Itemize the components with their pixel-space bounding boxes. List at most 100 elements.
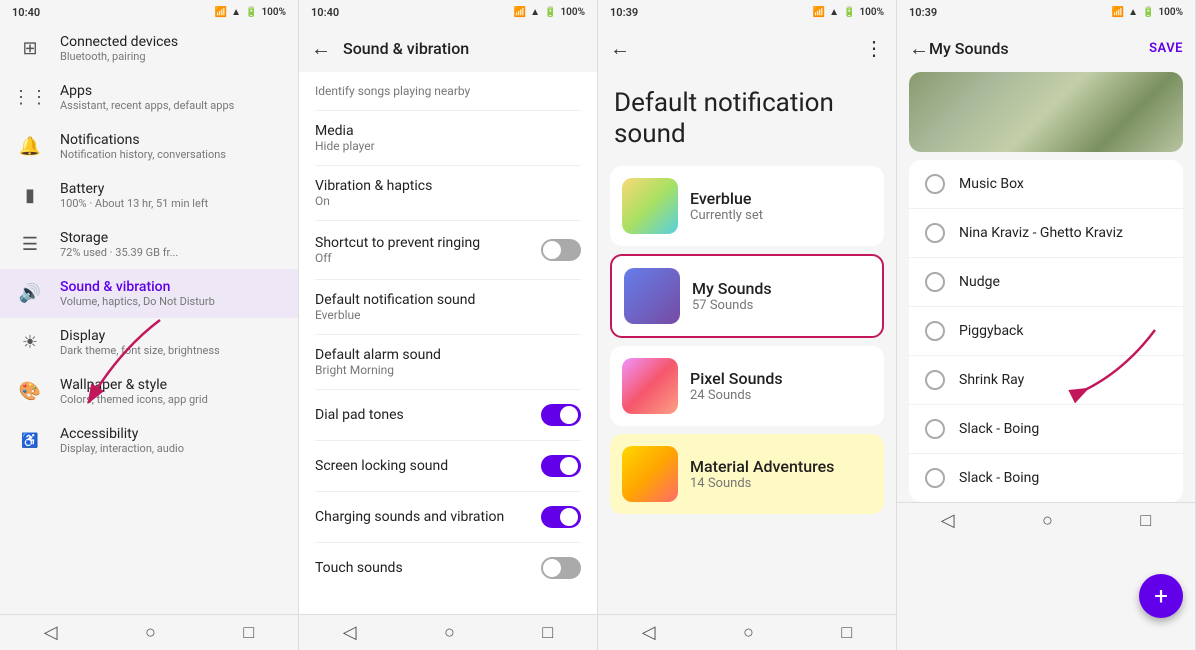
- everblue-name: Everblue: [690, 189, 763, 208]
- sound-item-slackboing1[interactable]: Slack - Boing: [909, 405, 1183, 454]
- shortcut-ring-item[interactable]: Shortcut to prevent ringing Off: [299, 221, 597, 279]
- identify-songs-item[interactable]: Identify songs playing nearby: [299, 72, 597, 110]
- settings-item-storage[interactable]: ☰ Storage 72% used · 35.39 GB fr...: [0, 220, 298, 269]
- save-button[interactable]: SAVE: [1149, 41, 1183, 56]
- default-notif-label: Default notification sound: [315, 292, 581, 308]
- nav-back-1[interactable]: ◁: [44, 622, 58, 643]
- sound-item-musicbox[interactable]: Music Box: [909, 160, 1183, 209]
- connected-title: Connected devices: [60, 34, 178, 50]
- settings-item-sound[interactable]: 🔊 Sound & vibration Volume, haptics, Do …: [0, 269, 298, 318]
- connected-sub: Bluetooth, pairing: [60, 50, 178, 63]
- default-alarm-item[interactable]: Default alarm sound Bright Morning: [299, 335, 597, 389]
- status-icons-3: 📶 ▲ 🔋 100%: [813, 7, 884, 18]
- accessibility-sub: Display, interaction, audio: [60, 442, 184, 455]
- touch-sounds-item[interactable]: Touch sounds: [299, 543, 597, 593]
- sound-sub: Volume, haptics, Do Not Disturb: [60, 295, 215, 308]
- time-4: 10:39: [909, 6, 937, 19]
- sound-settings-content: Identify songs playing nearby Media Hide…: [299, 72, 597, 614]
- vibration-haptics-item[interactable]: Vibration & haptics On: [299, 166, 597, 220]
- more-options-icon[interactable]: ⋮: [864, 36, 884, 60]
- nav-back-4[interactable]: ◁: [941, 510, 955, 531]
- dialpad-toggle[interactable]: [541, 404, 581, 426]
- display-sub: Dark theme, font size, brightness: [60, 344, 220, 357]
- nav-recents-1[interactable]: □: [243, 622, 254, 643]
- settings-item-display[interactable]: ☀ Display Dark theme, font size, brightn…: [0, 318, 298, 367]
- shortcut-label: Shortcut to prevent ringing: [315, 235, 480, 251]
- touch-toggle[interactable]: [541, 557, 581, 579]
- sound-card-material[interactable]: Material Adventures 14 Sounds: [610, 434, 884, 514]
- nav-recents-4[interactable]: □: [1140, 510, 1151, 531]
- sound-card-pixel[interactable]: Pixel Sounds 24 Sounds: [610, 346, 884, 426]
- notif-sound-title: Default notificationsound: [598, 72, 896, 158]
- sound-card-mysounds[interactable]: My Sounds 57 Sounds: [610, 254, 884, 338]
- time-3: 10:39: [610, 6, 638, 19]
- radio-nudge[interactable]: [925, 272, 945, 292]
- sound-item-ninakraviz[interactable]: Nina Kraviz - Ghetto Kraviz: [909, 209, 1183, 258]
- apps-sub: Assistant, recent apps, default apps: [60, 99, 234, 112]
- radio-slackboing2[interactable]: [925, 468, 945, 488]
- settings-item-battery[interactable]: ▮ Battery 100% · About 13 hr, 51 min lef…: [0, 171, 298, 220]
- shortcut-sub: Off: [315, 251, 480, 265]
- back-button-4[interactable]: ←: [909, 36, 929, 61]
- nav-home-3[interactable]: ○: [743, 622, 754, 643]
- nav-back-2[interactable]: ◁: [343, 622, 357, 643]
- nav-recents-3[interactable]: □: [841, 622, 852, 643]
- back-button-2[interactable]: ←: [311, 36, 331, 61]
- nav-home-4[interactable]: ○: [1042, 510, 1053, 531]
- battery-icon-3: 🔋: [843, 7, 855, 18]
- nav-home-2[interactable]: ○: [444, 622, 455, 643]
- mysounds-sub: 57 Sounds: [692, 298, 772, 313]
- settings-item-accessibility[interactable]: ♿ Accessibility Display, interaction, au…: [0, 416, 298, 465]
- wifi-icon: 📶: [215, 7, 227, 18]
- settings-item-notifications[interactable]: 🔔 Notifications Notification history, co…: [0, 122, 298, 171]
- time-1: 10:40: [12, 6, 40, 19]
- nav-home-1[interactable]: ○: [145, 622, 156, 643]
- display-title: Display: [60, 328, 220, 344]
- charging-toggle[interactable]: [541, 506, 581, 528]
- radio-piggyback[interactable]: [925, 321, 945, 341]
- back-button-3[interactable]: ←: [610, 36, 630, 61]
- notifications-icon: 🔔: [16, 133, 44, 161]
- shortcut-toggle[interactable]: [541, 239, 581, 261]
- slackboing1-name: Slack - Boing: [959, 421, 1039, 437]
- sound-item-nudge[interactable]: Nudge: [909, 258, 1183, 307]
- fab-add-button[interactable]: +: [1139, 574, 1183, 618]
- battery-list-icon: ▮: [16, 182, 44, 210]
- pixel-name: Pixel Sounds: [690, 369, 783, 388]
- nudge-name: Nudge: [959, 274, 1000, 290]
- media-item[interactable]: Media Hide player: [299, 111, 597, 165]
- radio-shrinkray[interactable]: [925, 370, 945, 390]
- settings-item-apps[interactable]: ⋮⋮ Apps Assistant, recent apps, default …: [0, 73, 298, 122]
- connected-icon: ⊞: [16, 35, 44, 63]
- status-bar-2: 10:40 📶 ▲ 🔋 100%: [299, 0, 597, 24]
- radio-ninakraviz[interactable]: [925, 223, 945, 243]
- bottom-nav-1: ◁ ○ □: [0, 614, 298, 650]
- nav-back-3[interactable]: ◁: [642, 622, 656, 643]
- default-notif-item[interactable]: Default notification sound Everblue: [299, 280, 597, 334]
- wifi-icon-3: 📶: [813, 7, 825, 18]
- screen-lock-item[interactable]: Screen locking sound: [299, 441, 597, 491]
- notif-sound-header: ← ⋮: [598, 24, 896, 72]
- identify-songs-label: Identify songs playing nearby: [315, 84, 581, 98]
- settings-item-wallpaper[interactable]: 🎨 Wallpaper & style Colors, themed icons…: [0, 367, 298, 416]
- sound-icon: 🔊: [16, 280, 44, 308]
- dialpad-item[interactable]: Dial pad tones: [299, 390, 597, 440]
- sound-item-piggyback[interactable]: Piggyback: [909, 307, 1183, 356]
- default-alarm-sub: Bright Morning: [315, 363, 581, 377]
- settings-item-connected[interactable]: ⊞ Connected devices Bluetooth, pairing: [0, 24, 298, 73]
- screen-lock-toggle[interactable]: [541, 455, 581, 477]
- my-sounds-header: ← My Sounds SAVE: [897, 24, 1195, 72]
- notif-title: Notifications: [60, 132, 226, 148]
- signal-icon: ▲: [231, 7, 241, 18]
- default-notif-sub: Everblue: [315, 308, 581, 322]
- radio-slackboing1[interactable]: [925, 419, 945, 439]
- sound-card-everblue[interactable]: Everblue Currently set: [610, 166, 884, 246]
- sound-item-shrinkray[interactable]: Shrink Ray: [909, 356, 1183, 405]
- bottom-nav-3: ◁ ○ □: [598, 614, 896, 650]
- battery-title: Battery: [60, 181, 208, 197]
- charging-item[interactable]: Charging sounds and vibration: [299, 492, 597, 542]
- nav-recents-2[interactable]: □: [542, 622, 553, 643]
- wallpaper-title: Wallpaper & style: [60, 377, 208, 393]
- radio-musicbox[interactable]: [925, 174, 945, 194]
- sound-item-slackboing2[interactable]: Slack - Boing: [909, 454, 1183, 502]
